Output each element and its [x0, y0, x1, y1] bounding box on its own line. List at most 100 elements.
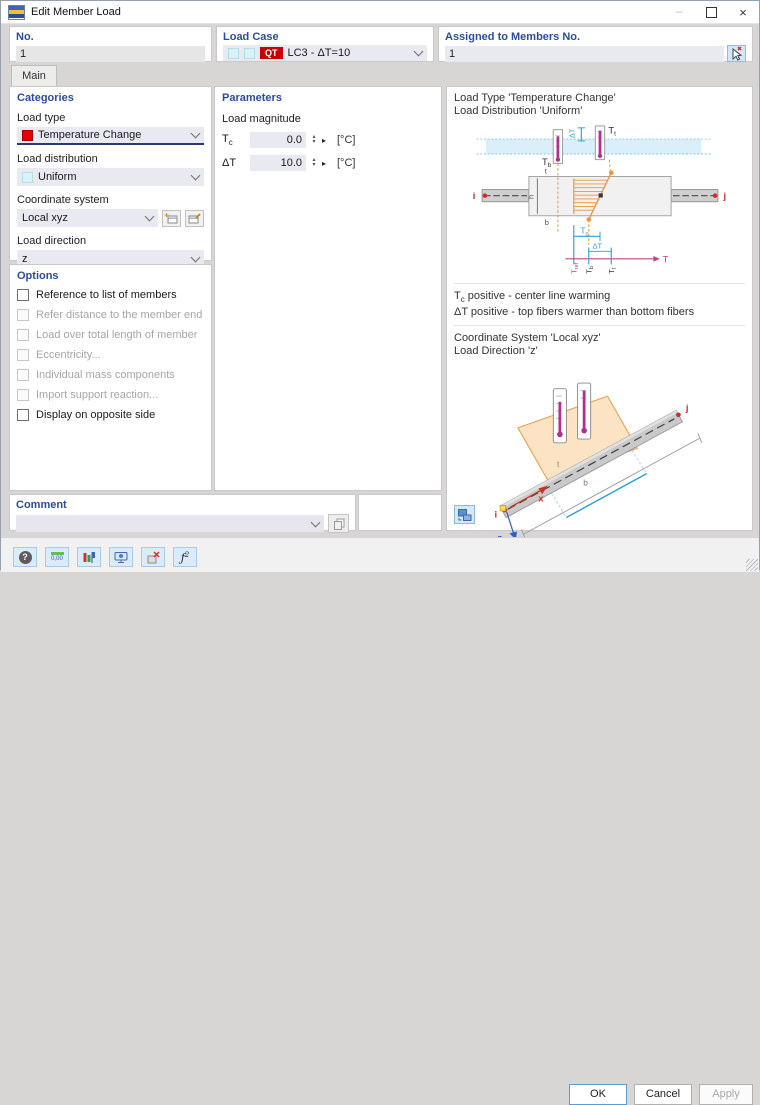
load-case-select[interactable]: QT LC3 - ΔT=10 [223, 45, 427, 61]
load-direction-label: Load direction [17, 235, 87, 247]
svg-text:j: j [684, 403, 688, 413]
svg-text:h: h [526, 195, 535, 199]
new-window-icon [164, 212, 178, 223]
load-distribution-label: Load distribution [17, 153, 98, 165]
edit-coordinate-system-button[interactable] [185, 209, 204, 227]
option-load-over-total-length: Load over total length of member [17, 327, 204, 342]
info-load-type: Load Type 'Temperature Change' [454, 92, 616, 104]
options-title: Options [17, 270, 59, 282]
edit-member-load-dialog: Edit Member Load – × No. 1 Load Case QT … [0, 0, 760, 1105]
load-distribution-value: Uniform [38, 171, 77, 183]
chevron-down-icon [190, 252, 201, 263]
close-button[interactable]: × [727, 1, 759, 23]
dt-row: ΔT 10.0 ▴ ▾ ▸ [°C] [222, 155, 434, 171]
load-case-value: LC3 - ΔT=10 [287, 47, 351, 59]
comment-title: Comment [16, 499, 67, 511]
load-distribution-color-swatch [22, 171, 33, 183]
dt-unit: [°C] [337, 157, 356, 169]
option-reference-to-list[interactable]: Reference to list of members [17, 287, 204, 302]
cursor-pick-icon [732, 46, 743, 61]
maximize-button[interactable] [695, 1, 727, 23]
delete-icon [147, 551, 160, 563]
svg-text:b: b [583, 478, 588, 488]
edit-window-icon [188, 212, 201, 223]
option-individual-mass: Individual mass components [17, 367, 204, 382]
no-label: No. [16, 31, 34, 43]
no-input: 1 [16, 46, 205, 62]
dt-spinner[interactable]: ▴ ▾ [310, 157, 318, 168]
dt-input[interactable]: 10.0 [250, 155, 306, 171]
tc-input[interactable]: 0.0 [250, 132, 306, 148]
new-coordinate-system-button[interactable] [162, 209, 181, 227]
spacer-panel [358, 494, 442, 531]
decimal-text: 0,00 [51, 556, 63, 562]
chevron-down-icon [310, 517, 321, 527]
chevron-down-icon [144, 211, 155, 222]
svg-text:i: i [472, 191, 475, 201]
resize-grip[interactable] [746, 559, 758, 571]
option-display-opposite-side[interactable]: Display on opposite side [17, 407, 204, 422]
member-orientation-diagram: i j x z t b [494, 382, 702, 543]
swap-views-icon [458, 508, 472, 521]
info-coordinate-system: Coordinate System 'Local xyz' [454, 332, 601, 345]
tc-unit: [°C] [337, 134, 356, 146]
decimal-places-button[interactable]: 0,00 [45, 547, 69, 567]
screen-icon [114, 551, 128, 563]
svg-text:j: j [722, 191, 726, 201]
maximize-icon [705, 6, 717, 18]
note-dt: ΔT positive - top fibers warmer than bot… [454, 306, 695, 319]
assigned-label: Assigned to Members No. [445, 31, 581, 43]
checkbox[interactable] [17, 288, 29, 301]
help-icon: ? [18, 550, 32, 564]
info-panel: Load Type 'Temperature Change' Load Dist… [446, 86, 753, 543]
svg-text:Tt: Tt [608, 125, 616, 137]
comment-copy-button[interactable] [328, 514, 349, 533]
checkbox [17, 328, 29, 341]
parameters-panel: Parameters Load magnitude Tc 0.0 ▴ ▾ ▸ [°… [214, 86, 442, 491]
cancel-button[interactable]: Cancel [634, 1084, 692, 1105]
tc-spinner[interactable]: ▴ ▾ [310, 134, 318, 145]
preview-button[interactable] [109, 547, 133, 567]
pick-members-button[interactable] [727, 45, 746, 62]
load-type-select[interactable]: Temperature Change [17, 127, 204, 145]
temperature-distribution-diagram: ΔT Tt Tb i j t h b Tc T ΔT Tref Tb Tt [472, 125, 726, 274]
categories-panel: Categories Load type Temperature Change … [9, 86, 212, 268]
title-bar: Edit Member Load – × [1, 1, 759, 24]
comment-panel: Comment [9, 494, 356, 533]
minimize-button[interactable]: – [663, 1, 695, 23]
load-case-color-swatch [228, 47, 239, 59]
option-eccentricity: Eccentricity... [17, 347, 204, 362]
load-type-value: Temperature Change [38, 129, 142, 141]
checkbox [17, 368, 29, 381]
load-case-panel: Load Case QT LC3 - ΔT=10 [216, 26, 434, 62]
formula-button[interactable]: ƒ2 [173, 547, 197, 567]
tab-main[interactable]: Main [11, 65, 57, 86]
tc-detail-button[interactable]: ▸ [322, 136, 330, 145]
assigned-members-input[interactable]: 1 [445, 45, 724, 62]
delete-load-button[interactable] [141, 547, 165, 567]
display-properties-button[interactable] [77, 547, 101, 567]
chevron-down-icon [190, 128, 201, 139]
decimal-bar-icon [50, 552, 64, 555]
info-load-distribution: Load Distribution 'Uniform' [454, 105, 583, 117]
load-case-color-swatch [244, 47, 255, 59]
svg-text:b: b [544, 218, 548, 227]
load-case-label: Load Case [223, 31, 279, 43]
categories-title: Categories [17, 92, 74, 104]
coordinate-system-select[interactable]: Local xyz [17, 209, 158, 227]
load-distribution-select[interactable]: Uniform [17, 168, 204, 186]
dt-detail-button[interactable]: ▸ [322, 159, 330, 168]
swap-diagram-button[interactable] [454, 505, 475, 524]
option-refer-distance: Refer distance to the member end [17, 307, 204, 322]
option-import-support-reaction: Import support reaction... [17, 387, 204, 402]
info-load-direction: Load Direction 'z' [454, 345, 538, 358]
svg-text:Tt: Tt [607, 267, 617, 274]
checkbox[interactable] [17, 408, 29, 421]
load-magnitude-label: Load magnitude [222, 113, 301, 125]
ok-button[interactable]: OK [569, 1084, 627, 1105]
footer-bar: ? 0,00 ƒ2 OK Cancel Apply [1, 537, 759, 1105]
formula-icon: ƒ2 [180, 551, 190, 565]
help-button[interactable]: ? [13, 547, 37, 567]
no-panel: No. 1 [9, 26, 212, 62]
comment-select[interactable] [16, 515, 324, 532]
